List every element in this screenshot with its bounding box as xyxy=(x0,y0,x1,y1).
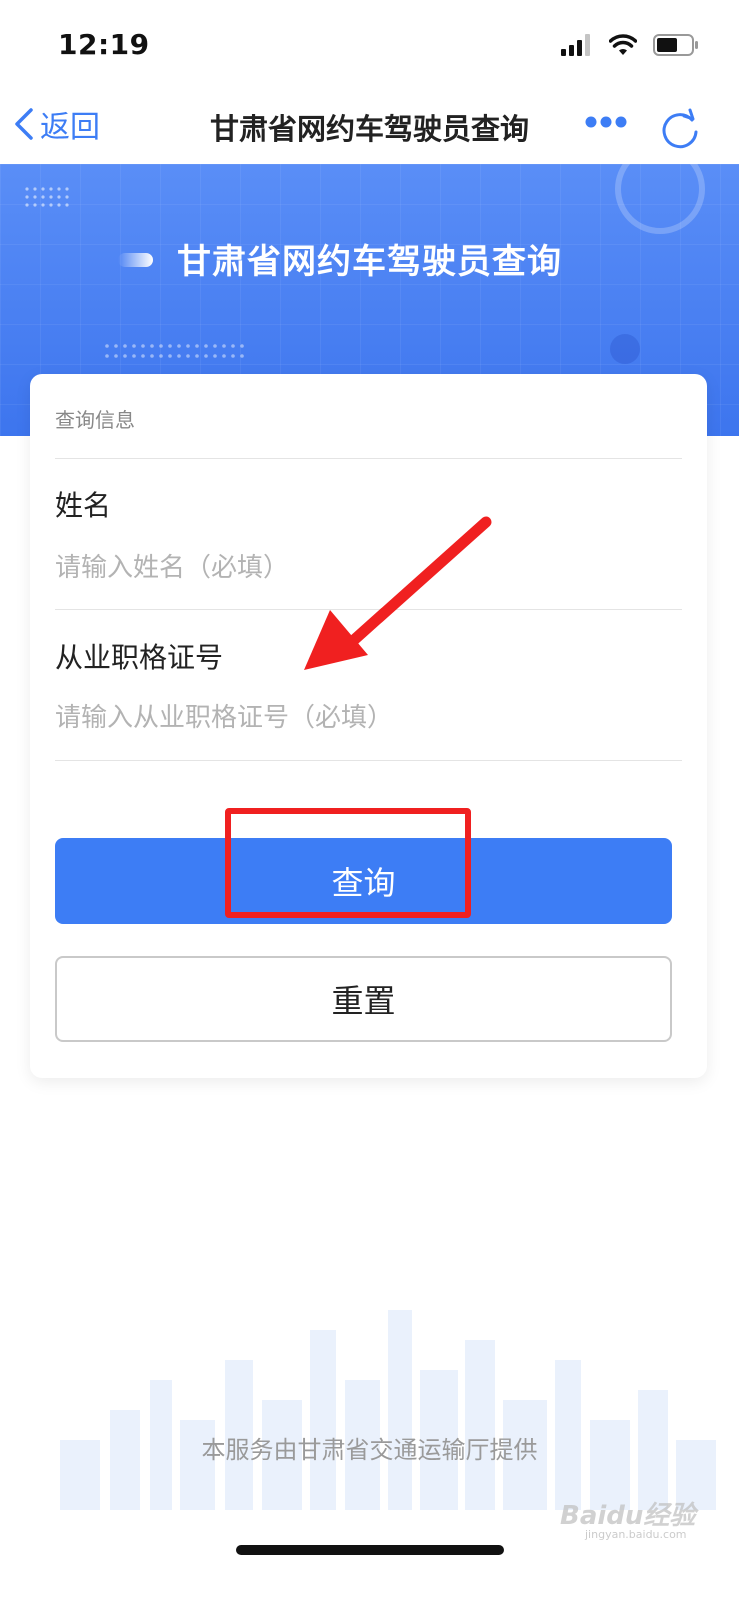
reset-button[interactable]: 重置 xyxy=(55,956,672,1042)
city-skyline-decoration xyxy=(60,1310,716,1510)
watermark-url: jingyan.baidu.com xyxy=(585,1528,687,1541)
home-indicator[interactable] xyxy=(236,1545,504,1555)
watermark-logo: Baidu经验 xyxy=(560,1501,696,1531)
divider xyxy=(55,760,682,761)
footer-provider-text: 本服务由甘肃省交通运输厅提供 xyxy=(201,1436,538,1464)
annotation-highlight-box xyxy=(225,808,471,918)
annotation-arrow-icon xyxy=(304,516,492,670)
